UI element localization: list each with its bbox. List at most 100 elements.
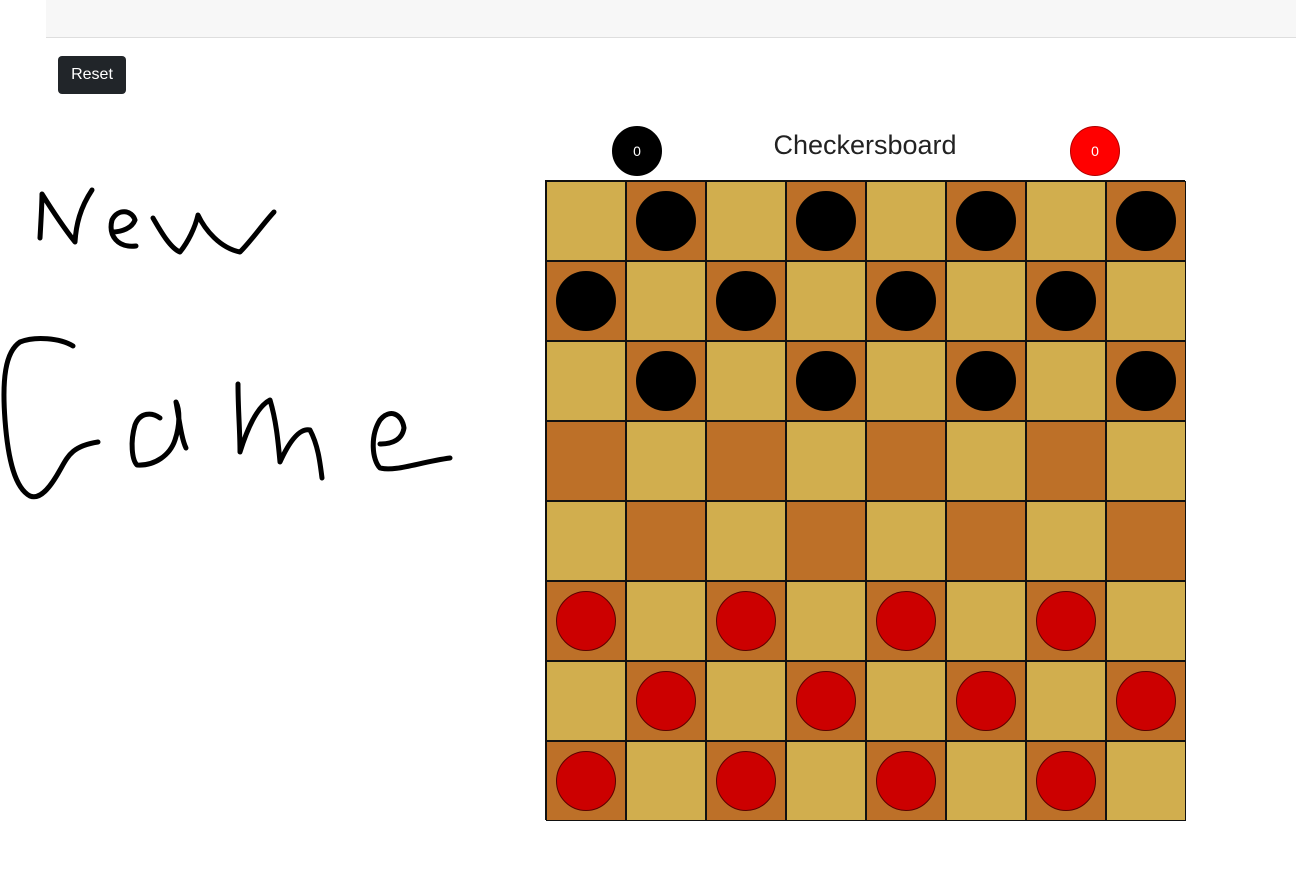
board-square-r1-c2[interactable] bbox=[626, 181, 706, 261]
black-checker-piece[interactable] bbox=[716, 271, 776, 331]
board-square-r5-c1[interactable] bbox=[546, 501, 626, 581]
board-square-r6-c5[interactable] bbox=[866, 581, 946, 661]
black-checker-piece[interactable] bbox=[636, 191, 696, 251]
board-square-r8-c3[interactable] bbox=[706, 741, 786, 821]
board-square-r5-c2[interactable] bbox=[626, 501, 706, 581]
handwritten-new-game-drawing bbox=[1, 187, 453, 500]
black-checker-piece[interactable] bbox=[1116, 351, 1176, 411]
board-square-r4-c3[interactable] bbox=[706, 421, 786, 501]
board-square-r8-c5[interactable] bbox=[866, 741, 946, 821]
board-square-r5-c6[interactable] bbox=[946, 501, 1026, 581]
red-checker-piece[interactable] bbox=[1036, 751, 1096, 811]
board-square-r6-c1[interactable] bbox=[546, 581, 626, 661]
board-square-r2-c3[interactable] bbox=[706, 261, 786, 341]
black-checker-piece[interactable] bbox=[1116, 191, 1176, 251]
board-square-r7-c8[interactable] bbox=[1106, 661, 1186, 741]
stroke-letter-m bbox=[235, 381, 325, 481]
black-checker-piece[interactable] bbox=[796, 191, 856, 251]
reset-button[interactable]: Reset bbox=[58, 56, 126, 94]
board-square-r5-c7[interactable] bbox=[1026, 501, 1106, 581]
board-square-r1-c6[interactable] bbox=[946, 181, 1026, 261]
board-square-r5-c8[interactable] bbox=[1106, 501, 1186, 581]
board-square-r6-c4[interactable] bbox=[786, 581, 866, 661]
board-square-r4-c8[interactable] bbox=[1106, 421, 1186, 501]
board-square-r2-c4[interactable] bbox=[786, 261, 866, 341]
red-checker-piece[interactable] bbox=[716, 591, 776, 651]
board-square-r1-c4[interactable] bbox=[786, 181, 866, 261]
red-checker-piece[interactable] bbox=[556, 591, 616, 651]
board-square-r3-c5[interactable] bbox=[866, 341, 946, 421]
red-checker-piece[interactable] bbox=[636, 671, 696, 731]
board-square-r7-c1[interactable] bbox=[546, 661, 626, 741]
board-square-r2-c7[interactable] bbox=[1026, 261, 1106, 341]
black-checker-piece[interactable] bbox=[876, 271, 936, 331]
board-square-r6-c7[interactable] bbox=[1026, 581, 1106, 661]
board-square-r1-c8[interactable] bbox=[1106, 181, 1186, 261]
board-square-r5-c4[interactable] bbox=[786, 501, 866, 581]
board-square-r8-c6[interactable] bbox=[946, 741, 1026, 821]
board-square-r7-c3[interactable] bbox=[706, 661, 786, 741]
board-square-r1-c1[interactable] bbox=[546, 181, 626, 261]
board-square-r1-c3[interactable] bbox=[706, 181, 786, 261]
red-score-badge: 0 bbox=[1070, 126, 1120, 176]
black-checker-piece[interactable] bbox=[956, 351, 1016, 411]
red-checker-piece[interactable] bbox=[876, 591, 936, 651]
black-checker-piece[interactable] bbox=[956, 191, 1016, 251]
board-square-r2-c2[interactable] bbox=[626, 261, 706, 341]
board-square-r6-c8[interactable] bbox=[1106, 581, 1186, 661]
black-checker-piece[interactable] bbox=[636, 351, 696, 411]
board-square-r4-c6[interactable] bbox=[946, 421, 1026, 501]
board-square-r3-c4[interactable] bbox=[786, 341, 866, 421]
board-square-r8-c7[interactable] bbox=[1026, 741, 1106, 821]
black-checker-piece[interactable] bbox=[796, 351, 856, 411]
top-navbar bbox=[46, 0, 1296, 38]
board-square-r6-c2[interactable] bbox=[626, 581, 706, 661]
board-square-r2-c1[interactable] bbox=[546, 261, 626, 341]
board-square-r7-c5[interactable] bbox=[866, 661, 946, 741]
red-checker-piece[interactable] bbox=[1036, 591, 1096, 651]
board-square-r7-c7[interactable] bbox=[1026, 661, 1106, 741]
board-square-r3-c1[interactable] bbox=[546, 341, 626, 421]
board-square-r4-c7[interactable] bbox=[1026, 421, 1106, 501]
board-square-r3-c8[interactable] bbox=[1106, 341, 1186, 421]
board-square-r7-c2[interactable] bbox=[626, 661, 706, 741]
board-square-r6-c6[interactable] bbox=[946, 581, 1026, 661]
stroke-letter-a bbox=[129, 399, 189, 468]
board-square-r8-c1[interactable] bbox=[546, 741, 626, 821]
black-score-badge: 0 bbox=[612, 126, 662, 176]
stroke-letter-g bbox=[1, 336, 101, 500]
board-square-r5-c5[interactable] bbox=[866, 501, 946, 581]
red-checker-piece[interactable] bbox=[716, 751, 776, 811]
board-square-r7-c6[interactable] bbox=[946, 661, 1026, 741]
board-square-r4-c1[interactable] bbox=[546, 421, 626, 501]
board-square-r4-c4[interactable] bbox=[786, 421, 866, 501]
red-checker-piece[interactable] bbox=[556, 751, 616, 811]
black-checker-piece[interactable] bbox=[1036, 271, 1096, 331]
board-square-r5-c3[interactable] bbox=[706, 501, 786, 581]
board-square-r4-c2[interactable] bbox=[626, 421, 706, 501]
red-checker-piece[interactable] bbox=[956, 671, 1016, 731]
red-checker-piece[interactable] bbox=[796, 671, 856, 731]
board-square-r8-c4[interactable] bbox=[786, 741, 866, 821]
checkers-board bbox=[545, 180, 1186, 821]
board-square-r2-c6[interactable] bbox=[946, 261, 1026, 341]
board-square-r8-c2[interactable] bbox=[626, 741, 706, 821]
board-square-r2-c5[interactable] bbox=[866, 261, 946, 341]
board-square-r7-c4[interactable] bbox=[786, 661, 866, 741]
stroke-letter-w bbox=[150, 209, 277, 255]
board-square-r3-c7[interactable] bbox=[1026, 341, 1106, 421]
board-square-r3-c2[interactable] bbox=[626, 341, 706, 421]
red-checker-piece[interactable] bbox=[876, 751, 936, 811]
stroke-letter-e2 bbox=[370, 411, 453, 472]
board-square-r8-c8[interactable] bbox=[1106, 741, 1186, 821]
board-square-r4-c5[interactable] bbox=[866, 421, 946, 501]
board-title: Checkersboard bbox=[773, 130, 957, 160]
board-square-r1-c5[interactable] bbox=[866, 181, 946, 261]
red-checker-piece[interactable] bbox=[1116, 671, 1176, 731]
board-square-r3-c3[interactable] bbox=[706, 341, 786, 421]
board-square-r1-c7[interactable] bbox=[1026, 181, 1106, 261]
black-checker-piece[interactable] bbox=[556, 271, 616, 331]
board-square-r3-c6[interactable] bbox=[946, 341, 1026, 421]
board-square-r2-c8[interactable] bbox=[1106, 261, 1186, 341]
board-square-r6-c3[interactable] bbox=[706, 581, 786, 661]
